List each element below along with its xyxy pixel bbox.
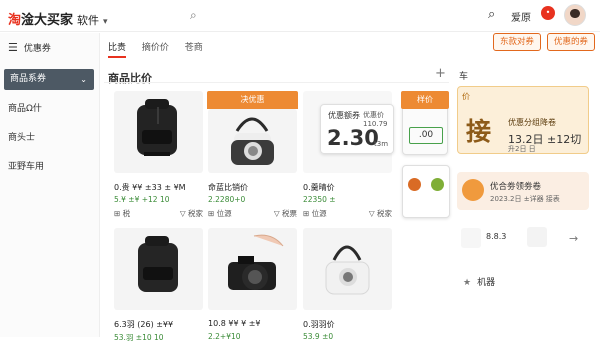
tab-compare[interactable]: 比贵 (108, 40, 127, 58)
product-subprice: 53.羽 ±10 10 (114, 333, 164, 342)
product-ribbon: 决优惠 (207, 91, 298, 109)
chevron-down-icon[interactable]: ▾ (103, 17, 108, 27)
coupon-icon (462, 179, 484, 201)
product-price: 6.3羽 (26) ±¥¥ (114, 320, 174, 329)
meta-right[interactable]: ▽ 税票 (274, 208, 297, 219)
camera-bag-image (231, 117, 274, 165)
avatar[interactable] (564, 4, 586, 26)
tab-shop[interactable]: 苍商 (185, 40, 203, 53)
app-logo[interactable]: 淘淦大买家 软件 ▾ (8, 9, 108, 28)
side-tag: 样价 (401, 91, 449, 109)
product-image (114, 228, 203, 310)
top-bar: 淘淦大买家 软件 ▾ ⌕ ⌕ 爱原 • (0, 0, 600, 32)
right-panel: 车 价 接 优惠分组降卷 13.2日 ±12切 升2日 日 优合劵领劵卷 202… (453, 64, 593, 337)
collect-title: 优合劵领劵卷 (490, 182, 542, 192)
white-bag-image (325, 245, 370, 295)
tab-bar: 比贵 摘价价 苍商 (108, 40, 216, 58)
discount-title: 优惠分组降卷 (508, 118, 556, 127)
orange-dot-icon (408, 178, 421, 191)
language-label[interactable]: 爱原 (511, 9, 531, 24)
logo-sub: 软件 (77, 14, 100, 27)
product-subprice: 22350 ± (303, 195, 336, 204)
discount-glyph: 接 (466, 117, 492, 146)
product-subprice: 5.¥ ±¥ +12 10 (114, 195, 170, 204)
discount-card[interactable]: 价 接 优惠分组降卷 13.2日 ±12切 升2日 日 (457, 86, 589, 154)
meta-left[interactable]: ⊞ 位源 (303, 208, 327, 219)
popup-unit: t3m (374, 140, 389, 148)
product-price: 0.羹晴价 (303, 183, 335, 192)
search-icon[interactable]: ⌕ (488, 7, 495, 22)
sidebar-title[interactable]: ☰ 优惠券 (8, 41, 51, 54)
sidebar-item[interactable]: 商品Ω什 (8, 101, 42, 114)
meta-left[interactable]: ⊞ 税 (114, 208, 130, 219)
green-dot-icon (431, 178, 444, 191)
coupon-button-1[interactable]: 东款对券 (493, 33, 541, 51)
product-image (303, 228, 392, 310)
product-price: 0.羽羽价 (303, 320, 335, 329)
mini-product[interactable] (402, 165, 450, 218)
item-thumb[interactable] (461, 228, 481, 248)
bag-thumb[interactable] (527, 227, 547, 247)
divider (104, 82, 449, 83)
meta-right[interactable]: ▽ 税家 (369, 208, 392, 219)
collect-card[interactable]: 优合劵领劵卷 2023.2日 ±详器 接表 (457, 172, 589, 210)
product-image (208, 109, 297, 173)
section-title: 商品比价 (108, 72, 152, 85)
discount-card-head: 价 (462, 92, 470, 101)
meta-right[interactable]: ▽ 税家 (180, 208, 203, 219)
popup-label: 优惠额券 (328, 111, 360, 120)
coupon-popup[interactable]: 优惠额券 优惠价 110.79 2.30 t3m (320, 104, 394, 154)
collect-sub: 2023.2日 ±详器 接表 (490, 195, 560, 203)
product-price: 10.8 ¥¥ ¥ ±¥ (208, 319, 261, 328)
product-image (114, 91, 203, 173)
sidebar-item[interactable]: 亚野车用 (8, 159, 44, 172)
logo-text: 淦大买家 (21, 13, 74, 28)
bottom-label[interactable]: ★ 机器 (463, 275, 495, 288)
sidebar-item[interactable]: 商头士 (8, 130, 35, 143)
meta-left[interactable]: ⊞ 位源 (208, 208, 232, 219)
camera-image (228, 234, 284, 290)
product-price: 命蓝比销价 (208, 183, 248, 192)
product-image (208, 228, 297, 310)
mini-value: 8.8.3 (486, 232, 507, 241)
search-icon[interactable]: ⌕ (190, 8, 197, 23)
sidebar: ☰ 优惠券 商品系券 ⌄ 商品Ω什 商头士 亚野车用 (0, 33, 100, 337)
arrow-icon[interactable]: → (569, 232, 578, 245)
notification-icon[interactable]: • (541, 6, 555, 20)
product-subprice: 2.2280+0 (208, 195, 246, 204)
logo-mark: 淘 (8, 13, 22, 28)
badge-value: .00 (409, 127, 443, 144)
hamburger-icon[interactable]: ☰ (8, 41, 18, 54)
product-price: 0.贵 ¥¥ ±33 ± ¥M (114, 183, 186, 192)
coupon-button-2[interactable]: 优惠的券 (547, 33, 595, 51)
chevron-down-icon: ⌄ (80, 75, 87, 84)
popup-big-value: 2.30 (327, 126, 379, 150)
right-panel-title: 车 (459, 72, 469, 82)
mini-widget[interactable]: 样价 .00 (401, 91, 449, 155)
plus-icon[interactable]: + (435, 66, 446, 81)
discount-line2: 升2日 日 (508, 145, 536, 153)
backpack-image-2 (138, 236, 178, 292)
star-icon: ★ (463, 278, 472, 288)
sidebar-item-active[interactable]: 商品系券 ⌄ (4, 69, 94, 90)
tab-price[interactable]: 摘价价 (142, 40, 169, 53)
backpack-image (137, 99, 177, 156)
